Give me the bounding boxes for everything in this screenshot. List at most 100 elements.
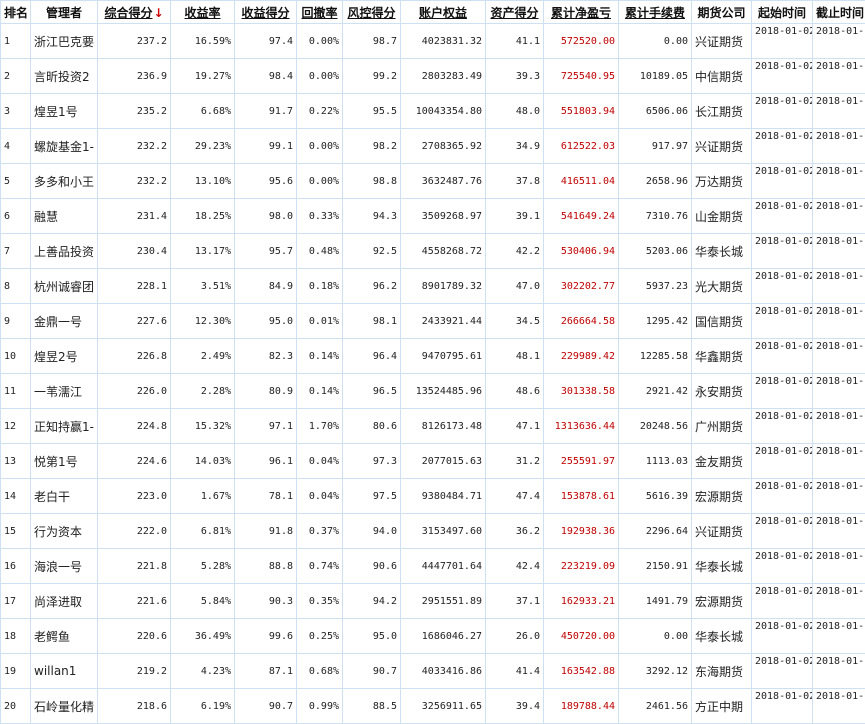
start-time-cell: 2018-01-02: [752, 689, 813, 724]
broker-cell: 华泰长城: [692, 234, 752, 269]
col-header-risk-score[interactable]: 风控得分: [343, 1, 401, 24]
fees-cell: 2296.64: [619, 514, 692, 549]
broker-cell: 山金期货: [692, 199, 752, 234]
fees-cell: 3292.12: [619, 654, 692, 689]
drawdown-cell: 0.35%: [297, 584, 343, 619]
equity-cell: 13524485.96: [401, 374, 486, 409]
manager-cell: 言昕投资2: [31, 59, 98, 94]
end-time-cell: 2018-01-15: [813, 24, 865, 59]
table-row: 7上善品投资230.413.17%95.70.48%92.54558268.72…: [1, 234, 865, 269]
manager-cell: 多多和小王: [31, 164, 98, 199]
start-time-cell: 2018-01-02: [752, 269, 813, 304]
net-profit-cell: 162933.21: [544, 584, 619, 619]
composite-score-cell: 221.6: [98, 584, 171, 619]
return-rate-cell: 36.49%: [171, 619, 235, 654]
broker-cell: 方正中期: [692, 689, 752, 724]
broker-cell: 金友期货: [692, 444, 752, 479]
col-header-equity[interactable]: 账户权益: [401, 1, 486, 24]
col-header-composite-score[interactable]: 综合得分↓: [98, 1, 171, 24]
net-profit-cell: 223219.09: [544, 549, 619, 584]
composite-score-cell: 223.0: [98, 479, 171, 514]
end-time-cell: 2018-01-10: [813, 94, 865, 129]
equity-cell: 8901789.32: [401, 269, 486, 304]
fees-cell: 0.00: [619, 619, 692, 654]
composite-score-cell: 222.0: [98, 514, 171, 549]
return-rate-cell: 12.30%: [171, 304, 235, 339]
equity-cell: 9380484.71: [401, 479, 486, 514]
col-header-return-score[interactable]: 收益得分: [235, 1, 297, 24]
drawdown-cell: 0.01%: [297, 304, 343, 339]
return-score-cell: 90.7: [235, 689, 297, 724]
col-header-drawdown[interactable]: 回撤率: [297, 1, 343, 24]
drawdown-cell: 0.25%: [297, 619, 343, 654]
composite-score-label[interactable]: 综合得分: [104, 6, 152, 20]
risk-score-cell: 97.5: [343, 479, 401, 514]
sort-down-arrow-icon: ↓: [153, 6, 163, 20]
composite-score-cell: 232.2: [98, 129, 171, 164]
manager-cell: 上善品投资: [31, 234, 98, 269]
equity-cell: 2077015.63: [401, 444, 486, 479]
net-profit-cell: 301338.58: [544, 374, 619, 409]
return-rate-cell: 19.27%: [171, 59, 235, 94]
equity-cell: 4558268.72: [401, 234, 486, 269]
start-time-cell: 2018-01-02: [752, 584, 813, 619]
manager-cell: 融慧: [31, 199, 98, 234]
return-score-cell: 99.1: [235, 129, 297, 164]
asset-score-cell: 31.2: [486, 444, 544, 479]
rank-cell: 17: [1, 584, 31, 619]
risk-score-cell: 96.4: [343, 339, 401, 374]
composite-score-cell: 226.8: [98, 339, 171, 374]
risk-score-cell: 95.0: [343, 619, 401, 654]
table-row: 4螺旋基金1-232.229.23%99.10.00%98.22708365.9…: [1, 129, 865, 164]
start-time-cell: 2018-01-02: [752, 549, 813, 584]
equity-cell: 2433921.44: [401, 304, 486, 339]
manager-cell: 海浪一号: [31, 549, 98, 584]
net-profit-cell: 416511.04: [544, 164, 619, 199]
drawdown-cell: 0.04%: [297, 444, 343, 479]
equity-cell: 3632487.76: [401, 164, 486, 199]
broker-cell: 光大期货: [692, 269, 752, 304]
drawdown-cell: 0.00%: [297, 129, 343, 164]
broker-cell: 华鑫期货: [692, 339, 752, 374]
start-time-cell: 2018-01-02: [752, 199, 813, 234]
net-profit-cell: 551803.94: [544, 94, 619, 129]
net-profit-cell: 725540.95: [544, 59, 619, 94]
start-time-cell: 2018-01-02: [752, 164, 813, 199]
end-time-cell: 2018-01-15: [813, 374, 865, 409]
rank-cell: 1: [1, 24, 31, 59]
end-time-cell: 2018-01-15: [813, 549, 865, 584]
net-profit-cell: 229989.42: [544, 339, 619, 374]
net-profit-cell: 612522.03: [544, 129, 619, 164]
end-time-cell: 2018-01-15: [813, 199, 865, 234]
col-header-net-profit[interactable]: 累计净盈亏: [544, 1, 619, 24]
col-header-end-time: 截止时间: [813, 1, 865, 24]
end-time-cell: 2018-01-15: [813, 479, 865, 514]
col-header-asset-score[interactable]: 资产得分: [486, 1, 544, 24]
table-row: 12正知持赢1-224.815.32%97.11.70%80.68126173.…: [1, 409, 865, 444]
asset-score-cell: 34.9: [486, 129, 544, 164]
table-body: 1浙江巴克要237.216.59%97.40.00%98.74023831.32…: [1, 24, 865, 724]
rank-cell: 13: [1, 444, 31, 479]
col-header-fees[interactable]: 累计手续费: [619, 1, 692, 24]
col-header-return-rate[interactable]: 收益率: [171, 1, 235, 24]
rank-cell: 2: [1, 59, 31, 94]
rank-cell: 18: [1, 619, 31, 654]
end-time-cell: 2018-01-15: [813, 654, 865, 689]
fees-cell: 5203.06: [619, 234, 692, 269]
composite-score-cell: 221.8: [98, 549, 171, 584]
net-profit-cell: 1313636.44: [544, 409, 619, 444]
end-time-cell: 2018-01-15: [813, 234, 865, 269]
risk-score-cell: 98.2: [343, 129, 401, 164]
table-row: 9金鼎一号227.612.30%95.00.01%98.12433921.443…: [1, 304, 865, 339]
risk-score-cell: 94.0: [343, 514, 401, 549]
asset-score-cell: 34.5: [486, 304, 544, 339]
broker-cell: 国信期货: [692, 304, 752, 339]
broker-cell: 华泰长城: [692, 549, 752, 584]
start-time-cell: 2018-01-02: [752, 304, 813, 339]
asset-score-cell: 47.1: [486, 409, 544, 444]
broker-cell: 永安期货: [692, 374, 752, 409]
rank-cell: 10: [1, 339, 31, 374]
asset-score-cell: 39.3: [486, 59, 544, 94]
composite-score-cell: 219.2: [98, 654, 171, 689]
table-row: 14老白干223.01.67%78.10.04%97.59380484.7147…: [1, 479, 865, 514]
